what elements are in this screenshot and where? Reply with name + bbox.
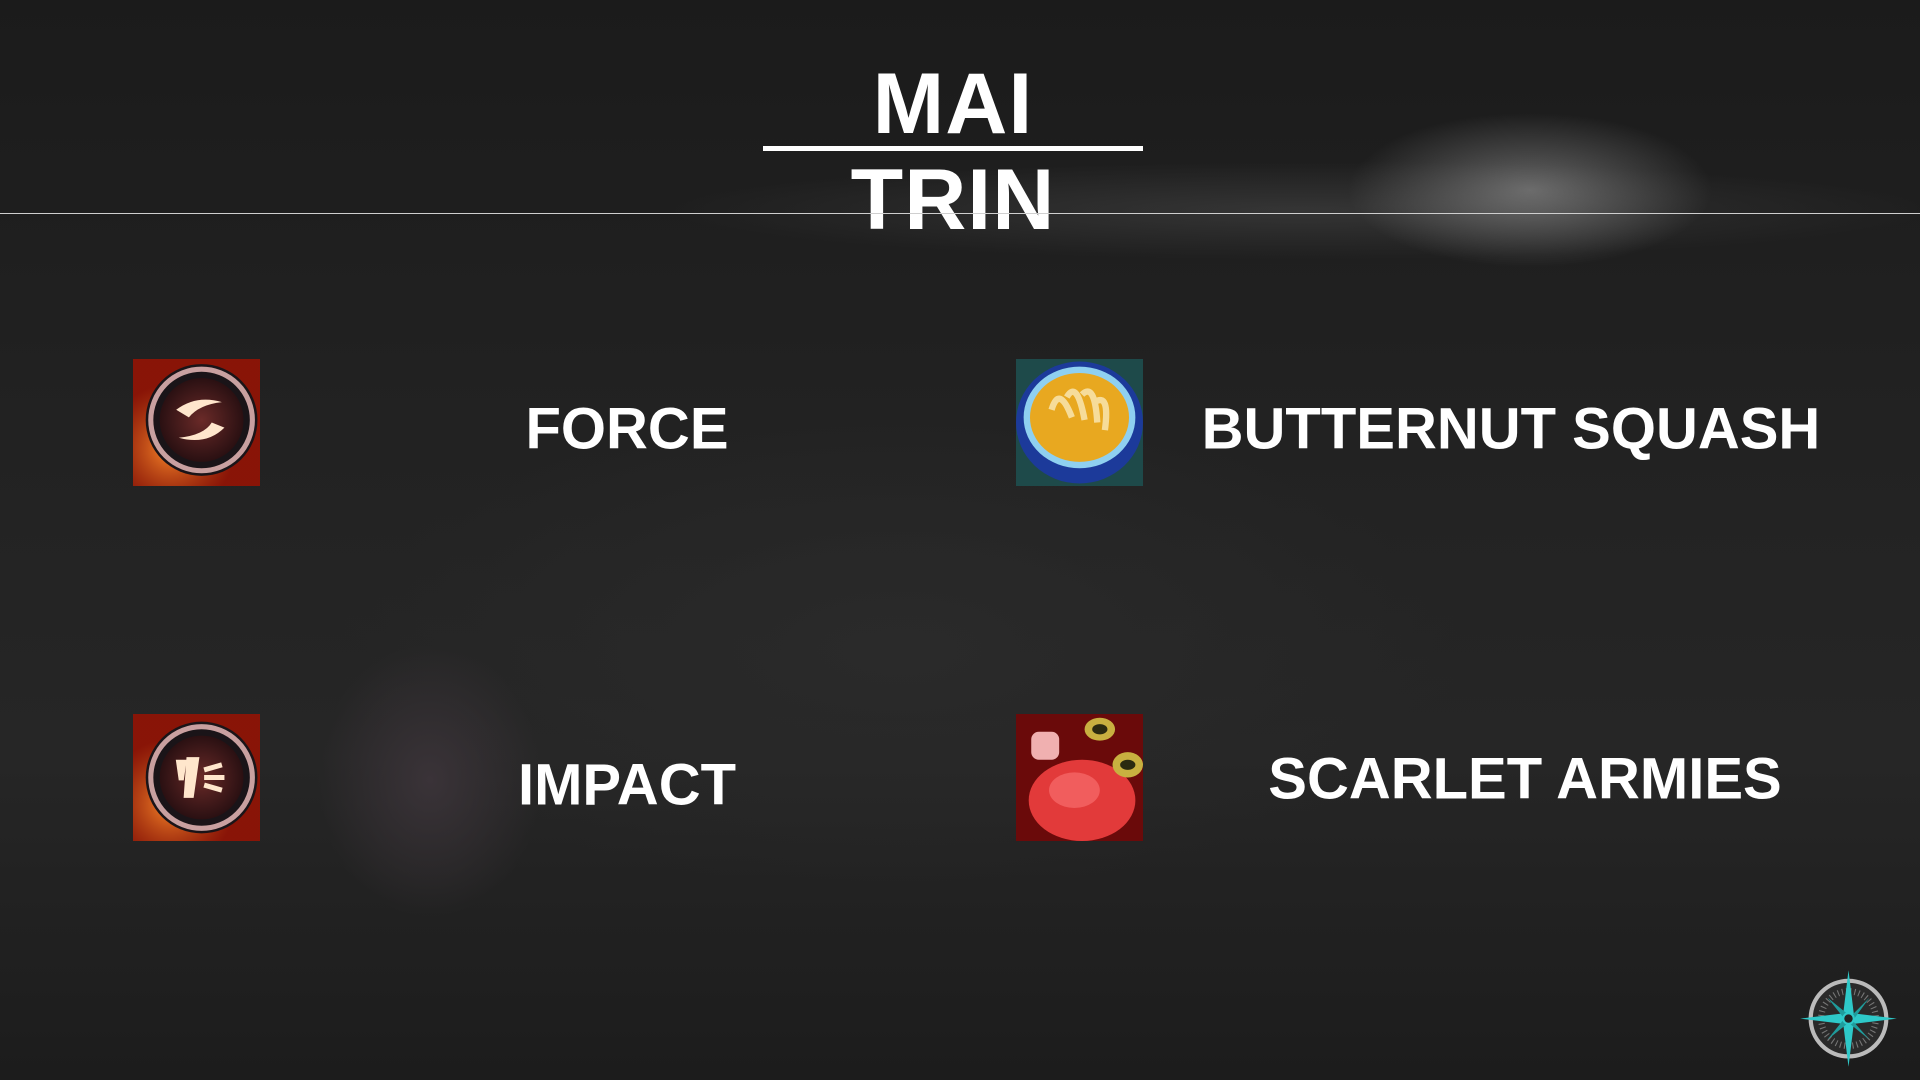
butternut-squash-soup-icon (1016, 359, 1143, 486)
item-label-force: FORCE (525, 396, 729, 462)
header-divider (0, 213, 1920, 214)
compass-logo-icon (1800, 970, 1897, 1067)
title-underline (763, 146, 1143, 151)
impact-sigil-icon (133, 714, 260, 841)
page-title: MAI TRIN (850, 56, 1056, 248)
item-label-butternut-squash: BUTTERNUT SQUASH (1201, 396, 1821, 462)
item-label-scarlet-armies: SCARLET ARMIES (1268, 746, 1782, 812)
item-label-impact: IMPACT (517, 752, 737, 818)
scarlet-armies-potion-icon (1016, 714, 1143, 841)
force-sigil-icon (133, 359, 260, 486)
